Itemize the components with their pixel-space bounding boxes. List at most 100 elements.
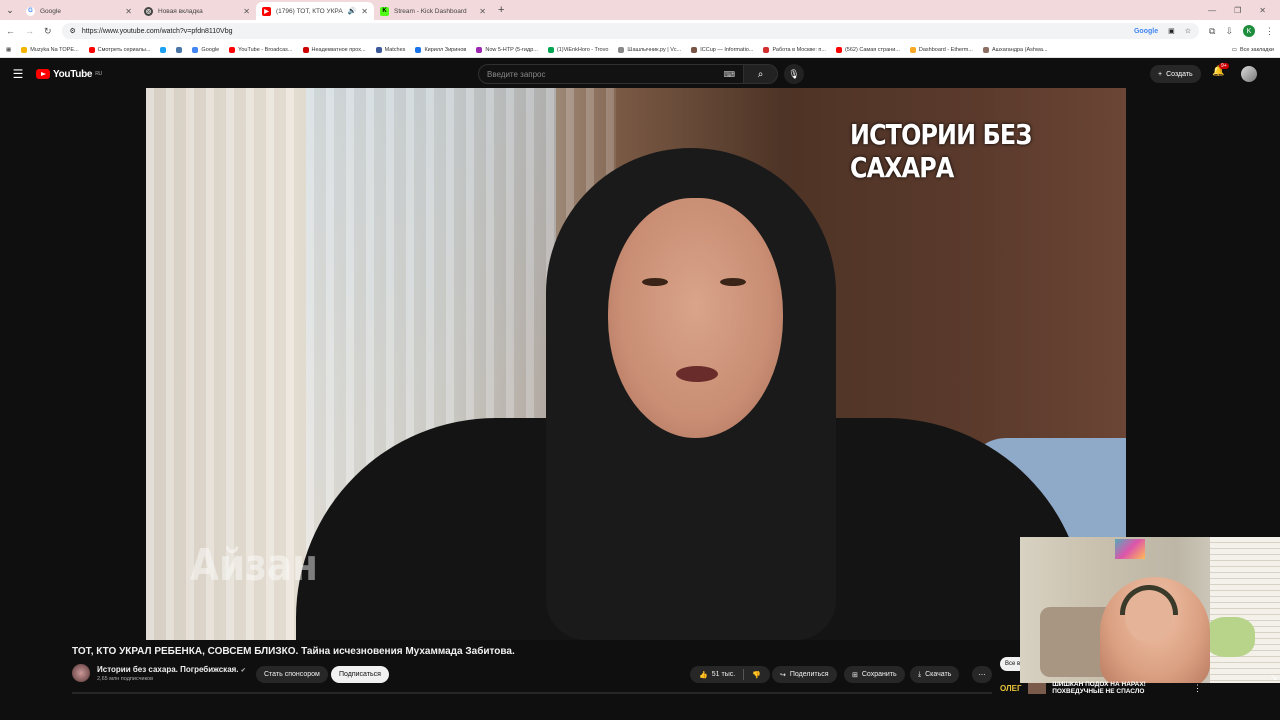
close-tab-icon[interactable]: ✕ [361, 7, 368, 16]
url-field[interactable]: ⚙ https://www.youtube.com/watch?v=pfdn81… [61, 23, 1200, 39]
ticker-more-icon[interactable]: ⋮ [1193, 683, 1202, 694]
browser-tab-new[interactable]: ◎ Новая вкладка ✕ [138, 2, 256, 20]
bookmark-item[interactable]: Muzyka Na TOPE... [21, 46, 79, 53]
apps-icon[interactable]: ▦ [6, 47, 11, 53]
video-eye [720, 278, 746, 286]
url-text: https://www.youtube.com/watch?v=pfdn8110… [81, 27, 233, 35]
share-button[interactable]: ↪ Поделиться [772, 666, 837, 683]
download-icon: ⤓ [918, 670, 922, 678]
browser-tab-google[interactable]: G Google ✕ [20, 2, 138, 20]
window-controls: — ❐ ✕ [1208, 6, 1280, 15]
bookmark-item[interactable] [176, 46, 183, 53]
thumbs-down-icon: 👎 [752, 671, 761, 679]
expand-arrow-icon[interactable]: ↘ [1270, 672, 1278, 683]
address-bar: ← → ↻ ⚙ https://www.youtube.com/watch?v=… [0, 20, 1280, 42]
search-input[interactable]: Введите запрос ⌨ [478, 64, 744, 84]
new-tab-icon: ◎ [144, 6, 153, 16]
close-window-icon[interactable]: ✕ [1259, 6, 1266, 15]
bookmark-item[interactable]: Шашлычник.ру | Vc... [618, 46, 681, 53]
maximize-icon[interactable]: ❐ [1234, 6, 1241, 15]
like-button[interactable]: 👍 51 тыс. [699, 671, 735, 679]
new-tab-button[interactable]: + [492, 4, 510, 16]
video-person-face [608, 198, 783, 438]
channel-name[interactable]: Истории без сахара. Погребижская. ✔ [97, 665, 246, 674]
bookmark-item[interactable]: (1)ViEnkHoro - Trovo [547, 46, 608, 53]
bookmark-item[interactable]: ICCup — Informatio... [691, 46, 753, 53]
voice-search-button[interactable]: 🎙 [784, 64, 804, 84]
thumbs-up-icon: 👍 [699, 671, 708, 679]
youtube-icon: ▶ [262, 6, 271, 16]
back-icon[interactable]: ← [6, 26, 15, 36]
profile-avatar[interactable]: K [1243, 25, 1255, 37]
close-tab-icon[interactable]: ✕ [479, 7, 486, 16]
stream-alert-ticker: ОЛЕГ ШИШКАН ПОДОХ НА НАРАХ! ПОХВЕДУЧНЫЕ … [1000, 681, 1280, 695]
account-avatar[interactable] [1241, 66, 1257, 82]
minimize-icon[interactable]: — [1208, 6, 1216, 15]
sponsor-button[interactable]: Стать спонсором [256, 666, 328, 683]
dislike-button[interactable]: 👎 [752, 671, 761, 679]
bookmark-item[interactable]: YouTube - Broadcas... [229, 46, 293, 53]
save-button[interactable]: ⊞ Сохранить [844, 666, 905, 683]
video-overlay-title: ИСТОРИИ БЕЗ САХАРА [850, 118, 1032, 184]
more-actions-button[interactable]: ⋯ [972, 666, 992, 683]
verified-icon: ✔ [240, 668, 246, 674]
bookmark-item[interactable]: Google [192, 46, 219, 53]
reload-icon[interactable]: ↻ [44, 26, 52, 37]
youtube-logo[interactable]: YouTube RU [36, 69, 102, 80]
browser-tab-bar: ⌄ G Google ✕ ◎ Новая вкладка ✕ ▶ (1796) … [0, 0, 1280, 20]
extensions-icon[interactable]: ⧉ [1209, 26, 1215, 37]
downloads-icon[interactable]: ⇩ [1225, 26, 1233, 37]
region-label: RU [95, 71, 102, 77]
bookmark-item[interactable]: Now 5-HTP (5-гидр... [476, 46, 538, 53]
search-button[interactable]: ⌕ [744, 64, 778, 84]
cast-icon[interactable]: ▣ [1168, 27, 1175, 35]
ticker-avatar [1027, 682, 1047, 694]
bookmark-item[interactable] [160, 46, 167, 53]
site-info-icon[interactable]: ⚙ [70, 27, 76, 35]
notifications-button[interactable]: 🔔 9+ [1212, 63, 1229, 77]
channel-avatar[interactable] [72, 664, 90, 682]
notifications-badge: 9+ [1219, 63, 1229, 69]
create-button[interactable]: + Создать [1150, 65, 1201, 83]
bookmark-item[interactable]: Смотреть сериалы... [88, 46, 150, 53]
more-icon: ⋯ [978, 671, 986, 679]
sponsor-label: Стать спонсором [264, 671, 320, 678]
all-bookmarks-button[interactable]: ▭ Все закладки [1232, 47, 1274, 53]
youtube-header: ☰ YouTube RU Введите запрос ⌨ ⌕ 🎙 + Созд… [0, 60, 1280, 88]
forward-icon[interactable]: → [25, 26, 34, 36]
video-overlay-name: Айзан [190, 540, 318, 591]
bookmark-item[interactable]: Dashboard - Etherm... [909, 46, 973, 53]
video-player[interactable]: ИСТОРИИ БЕЗ САХАРА Айзан [146, 88, 1126, 640]
bookmark-item[interactable]: Ашхагандра (Ashwa... [982, 46, 1048, 53]
search-placeholder: Введите запрос [487, 69, 546, 79]
tab-title: Новая вкладка [158, 7, 203, 15]
bookmark-star-icon[interactable]: ☆ [1185, 27, 1191, 35]
bookmark-item[interactable]: (562) Самая страни... [835, 46, 900, 53]
bookmark-item[interactable]: Matches [375, 46, 405, 53]
search-icon: ⌕ [757, 68, 764, 80]
keyboard-icon[interactable]: ⌨ [723, 70, 735, 79]
menu-icon[interactable]: ☰ [0, 67, 36, 81]
close-tab-icon[interactable]: ✕ [125, 7, 132, 16]
bookmark-label: Неадекватное прох... [311, 46, 366, 53]
description-preview[interactable] [72, 692, 992, 694]
search-engine-badge[interactable]: Google [1134, 28, 1158, 35]
tab-search-icon[interactable]: ⌄ [0, 0, 20, 20]
browser-tab-youtube[interactable]: ▶ (1796) ТОТ, КТО УКРАЛ РЕ 🔊 ✕ [256, 2, 374, 20]
bookmark-item[interactable]: Неадекватное прох... [302, 46, 366, 53]
channel-name-text: Истории без сахара. Погребижская. [97, 665, 239, 674]
save-playlist-icon: ⊞ [852, 671, 858, 679]
search-box: Введите запрос ⌨ ⌕ [478, 64, 778, 84]
audio-playing-icon[interactable]: 🔊 [348, 7, 357, 15]
microphone-icon: 🎙 [788, 68, 800, 79]
video-title: ТОТ, КТО УКРАЛ РЕБЕНКА, СОВСЕМ БЛИЗКО. Т… [72, 646, 515, 657]
all-chip-label: Все в [1005, 661, 1021, 667]
bookmark-item[interactable]: Работа в Москве: п... [763, 46, 826, 53]
bookmark-item[interactable]: Кирилл Зиринов [415, 46, 466, 53]
download-button[interactable]: ⤓ Скачать [910, 666, 960, 683]
video-mouth [676, 366, 718, 382]
close-tab-icon[interactable]: ✕ [243, 7, 250, 16]
browser-tab-kick[interactable]: K Stream - Kick Dashboard ✕ [374, 2, 492, 20]
browser-menu-icon[interactable]: ⋮ [1265, 26, 1274, 37]
subscribe-button[interactable]: Подписаться [331, 666, 389, 683]
